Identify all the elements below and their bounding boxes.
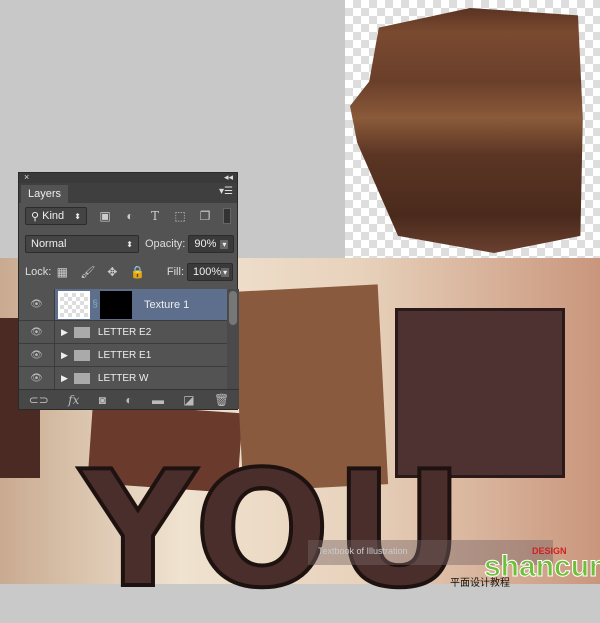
layer-row-letter-w[interactable]: 👁 ▶ LETTER W [19,367,227,390]
adjustment-icon[interactable]: ◐ [125,393,132,407]
visibility-eye-icon[interactable]: 👁 [19,367,55,389]
blend-mode-select[interactable]: Normal ⬍ [25,235,139,253]
expand-triangle-icon[interactable]: ▶ [61,373,68,384]
layer-name: LETTER W [97,372,149,384]
lock-paint-icon[interactable]: 🖌 [80,265,95,279]
fill-value: 100% [193,266,222,278]
lock-label: Lock: [25,266,52,278]
layer-mask-thumbnail[interactable] [100,290,132,319]
fx-icon[interactable]: fx [68,393,79,407]
adjustment-filter-icon[interactable]: ◐ [123,209,137,223]
visibility-eye-icon[interactable]: 👁 [19,289,55,320]
lock-position-icon[interactable]: ✥ [105,265,119,279]
opacity-input[interactable]: 90% ▾ [188,235,235,253]
collapse-icon[interactable]: ◂◂ [224,172,233,183]
menu-icon[interactable]: ▾☰ [219,186,233,197]
group-icon[interactable]: ▬ [152,393,164,407]
type-filter-icon[interactable]: T [148,209,162,223]
layer-row-texture-1[interactable]: 👁 § Texture 1 [19,289,227,321]
link-icon[interactable]: ⊂⊃ [29,393,49,407]
layers-panel: × ◂◂ Layers ▾☰ ⚲ Kind ⬍ ▣ ◐ T ⬚ ❐ Normal ⬍… [18,172,239,410]
opacity-value: 90% [194,238,217,250]
filter-kind-label: Kind [42,210,65,222]
expand-triangle-icon[interactable]: ▶ [61,327,68,338]
tab-layers[interactable]: Layers [21,185,69,203]
mask-link-icon[interactable]: § [90,299,100,310]
search-icon: ⚲ [31,210,43,223]
watermark: Textbook of Illustration DESIGN shancun … [300,538,600,589]
filter-toggle[interactable] [223,208,231,224]
folder-icon [73,349,90,361]
mask-icon[interactable]: ◙ [99,393,106,407]
visibility-eye-icon[interactable]: 👁 [19,344,55,366]
layer-row-letter-e2[interactable]: 👁 ▶ LETTER E2 [19,321,227,344]
watermark-sub: 平面设计教程 [450,578,510,589]
fill-input[interactable]: 100% ▾ [187,263,233,281]
layers-scrollbar[interactable] [227,289,239,393]
scrollbar-thumb[interactable] [229,291,237,325]
canvas-letters: YOU [78,436,469,623]
expand-triangle-icon[interactable]: ▶ [61,350,68,361]
folder-icon [73,372,90,384]
panel-titlebar: × ◂◂ [19,172,237,183]
layer-name: LETTER E2 [97,326,152,338]
filter-kind-select[interactable]: ⚲ Kind ⬍ [25,207,87,225]
lock-all-icon[interactable]: 🔒 [130,265,145,279]
layer-row-letter-e1[interactable]: 👁 ▶ LETTER E1 [19,344,227,367]
layer-name: LETTER E1 [97,349,152,361]
new-layer-icon[interactable]: ◪ [183,393,194,407]
visibility-eye-icon[interactable]: 👁 [19,321,55,343]
shape-filter-icon[interactable]: ⬚ [173,209,187,223]
opacity-label: Opacity: [145,238,186,250]
panel-bottom-toolbar: ⊂⊃ fx ◙ ◐ ▬ ◪ 🗑 [19,389,239,409]
layer-name: Texture 1 [144,298,190,311]
image-filter-icon[interactable]: ▣ [98,209,112,223]
blend-mode-value: Normal [31,238,67,250]
close-icon[interactable]: × [24,172,29,182]
trash-icon[interactable]: 🗑 [214,393,229,407]
layer-thumbnail [58,290,90,319]
folder-icon [73,326,90,338]
lock-transparent-icon[interactable]: ▦ [55,265,69,279]
smart-object-filter-icon[interactable]: ❐ [198,209,212,223]
fill-label: Fill: [166,266,184,278]
